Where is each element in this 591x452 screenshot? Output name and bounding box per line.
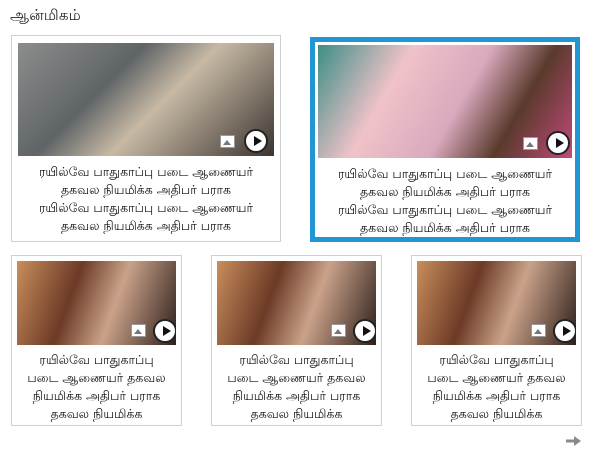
gallery-icon xyxy=(131,324,146,337)
card-thumbnail[interactable] xyxy=(17,261,176,345)
caption-line: தகவல நியமிக்க xyxy=(250,406,343,421)
play-icon[interactable] xyxy=(546,131,570,155)
gallery-icon xyxy=(523,137,538,150)
arrow-right-icon[interactable] xyxy=(566,436,581,446)
play-icon[interactable] xyxy=(244,129,268,153)
card-caption[interactable]: ரயில்வே பாதுகாப்பு படை ஆணையர் தகவல நியமி… xyxy=(315,165,575,237)
caption-line: தகவல நியமிக்க அதிபர் பராக xyxy=(60,182,231,197)
caption-line: ரயில்வே பாதுகாப்பு படை ஆணையர் xyxy=(337,166,553,181)
card-thumbnail[interactable] xyxy=(417,261,576,345)
bottom-card-1[interactable]: ரயில்வே பாதுகாப்பு படை ஆணையர் தகவல நியமி… xyxy=(11,255,182,426)
caption-line: தகவல நியமிக்க அதிபர் பராக xyxy=(60,218,231,233)
card-caption[interactable]: ரயில்வே பாதுகாப்பு படை ஆணையர் தகவல நியமி… xyxy=(412,351,581,423)
caption-line: ரயில்வே பாதுகாப்பு xyxy=(439,352,554,367)
caption-line: நியமிக்க அதிபர் பராக xyxy=(232,388,361,403)
bottom-card-3[interactable]: ரயில்வே பாதுகாப்பு படை ஆணையர் தகவல நியமி… xyxy=(411,255,582,426)
top-card-1[interactable]: ரயில்வே பாதுகாப்பு படை ஆணையர் தகவல நியமி… xyxy=(11,35,281,242)
photo xyxy=(18,43,274,156)
caption-line: நியமிக்க அதிபர் பராக xyxy=(32,388,161,403)
play-icon[interactable] xyxy=(353,319,376,343)
caption-line: நியமிக்க அதிபர் பராக xyxy=(432,388,561,403)
card-caption[interactable]: ரயில்வே பாதுகாப்பு படை ஆணையர் தகவல நியமி… xyxy=(12,163,280,235)
play-icon[interactable] xyxy=(153,319,176,343)
caption-line: ரயில்வே பாதுகாப்பு xyxy=(39,352,154,367)
caption-line: ரயில்வே பாதுகாப்பு படை ஆணையர் xyxy=(38,164,254,179)
top-card-2-selected[interactable]: ரயில்வே பாதுகாப்பு படை ஆணையர் தகவல நியமி… xyxy=(310,37,580,242)
caption-line: தகவல நியமிக்க அதிபர் பராக xyxy=(359,220,530,235)
caption-line: தகவல நியமிக்க xyxy=(50,406,143,421)
card-thumbnail[interactable] xyxy=(217,261,376,345)
caption-line: ரயில்வே பாதுகாப்பு xyxy=(239,352,354,367)
card-thumbnail[interactable] xyxy=(318,45,572,158)
section-title: ஆன்மிகம் xyxy=(10,6,81,24)
card-thumbnail[interactable] xyxy=(18,43,274,156)
play-icon[interactable] xyxy=(553,319,576,343)
gallery-icon xyxy=(220,135,235,148)
caption-line: படை ஆணையர் தகவல xyxy=(227,370,366,385)
caption-line: ரயில்வே பாதுகாப்பு படை ஆணையர் xyxy=(337,202,553,217)
caption-line: படை ஆணையர் தகவல xyxy=(427,370,566,385)
gallery-icon xyxy=(531,324,546,337)
caption-line: தகவல நியமிக்க அதிபர் பராக xyxy=(359,184,530,199)
bottom-card-2[interactable]: ரயில்வே பாதுகாப்பு படை ஆணையர் தகவல நியமி… xyxy=(211,255,382,426)
card-caption[interactable]: ரயில்வே பாதுகாப்பு படை ஆணையர் தகவல நியமி… xyxy=(212,351,381,423)
caption-line: ரயில்வே பாதுகாப்பு படை ஆணையர் xyxy=(38,200,254,215)
caption-line: படை ஆணையர் தகவல xyxy=(27,370,166,385)
gallery-icon xyxy=(331,324,346,337)
caption-line: தகவல நியமிக்க xyxy=(450,406,543,421)
card-caption[interactable]: ரயில்வே பாதுகாப்பு படை ஆணையர் தகவல நியமி… xyxy=(12,351,181,423)
